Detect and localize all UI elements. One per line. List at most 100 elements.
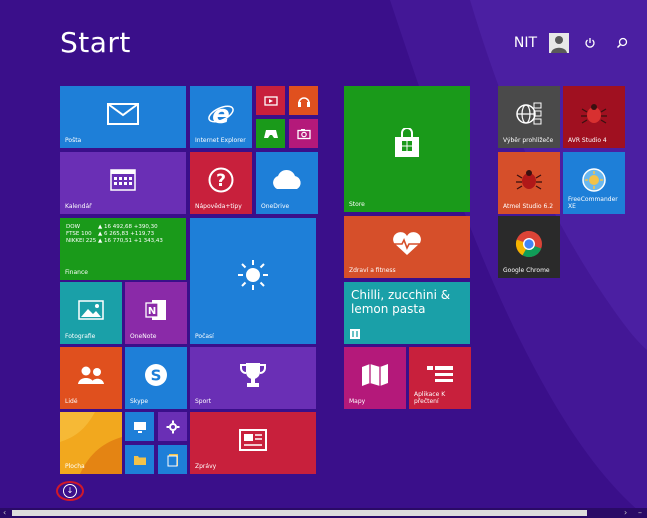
skype-icon: S [145,363,167,386]
scroll-left-icon[interactable]: ‹ [3,508,6,518]
tile-games[interactable] [256,119,285,148]
tile-atmel-studio[interactable]: Atmel Studio 6.2 [498,152,560,214]
tile-label: Internet Explorer [195,137,246,144]
scroll-end-icon[interactable]: – [638,508,642,518]
tile-aplikace[interactable]: Aplikace K přečtení [409,347,471,409]
tile-label: FreeCommander XE [568,196,618,210]
search-button[interactable] [611,32,633,54]
gamepad-icon [263,129,278,138]
avatar[interactable] [549,33,569,53]
bug-icon [516,169,542,190]
svg-text:e: e [212,101,230,127]
tile-label: Nápověda+tipy [195,203,242,210]
tile-label: OneNote [130,333,157,340]
mail-icon [107,102,139,125]
tile-label: Zdraví a fitness [349,267,396,274]
food-headline: Chilli, zucchini & lemon pasta [351,288,451,316]
tile-internet-explorer[interactable]: e Internet Explorer [190,86,252,148]
tile-video[interactable] [256,86,285,115]
tile-app-small-1[interactable] [125,412,154,441]
top-bar: NIT [514,32,633,54]
freecommander-icon [582,168,606,192]
tile-onedrive[interactable]: OneDrive [256,152,318,214]
internet-explorer-icon: e [208,101,234,127]
news-icon [239,428,267,451]
svg-text:S: S [151,366,162,384]
tile-onenote[interactable]: N OneNote [125,282,187,344]
tile-plocha[interactable]: Plocha [60,412,122,474]
map-icon [362,363,388,386]
photo-icon [78,300,104,320]
tile-label: Zprávy [195,463,217,470]
store-bag-icon [395,127,419,157]
tile-label: Výběr prohlížeče [503,137,554,144]
finance-row: NIKKEI 225 ▲ 16 770,51 +1 343,43 [66,238,163,244]
power-icon [585,38,595,48]
scroll-right-icon[interactable]: › [624,508,627,518]
user-name[interactable]: NIT [514,35,537,51]
power-button[interactable] [579,32,601,54]
tile-settings[interactable] [158,412,187,441]
svg-text:N: N [148,306,156,317]
browser-choice-icon [516,102,542,125]
monitor-icon [133,421,146,433]
tile-label: Pošta [65,137,82,144]
tile-pocasi[interactable]: Počasí [190,218,316,344]
tile-label: Sport [195,398,212,405]
tile-fotografie[interactable]: Fotografie [60,282,122,344]
tile-posta[interactable]: Pošta [60,86,186,148]
finance-row: FTSE 100 ▲ 6 265,83 +119,73 [66,231,155,237]
tile-zdravi[interactable]: Zdraví a fitness [344,216,470,278]
chrome-icon [515,230,542,257]
tile-label: Store [349,201,365,208]
scrollbar-thumb[interactable] [12,510,587,516]
all-apps-button[interactable]: ↓ [56,481,84,501]
tile-label: Atmel Studio 6.2 [503,203,554,210]
tile-label: Kalendář [65,203,92,210]
tile-avr-studio[interactable]: AVR Studio 4 [563,86,625,148]
sun-icon [238,259,268,290]
tile-label: Počasí [195,333,214,340]
tile-app-small-4[interactable] [158,445,187,474]
tile-label: Skype [130,398,149,405]
tile-explorer[interactable] [125,445,154,474]
horizontal-scrollbar[interactable]: ‹ › – [0,508,647,518]
tile-store[interactable]: Store [344,86,470,212]
camera-icon [296,128,311,139]
tile-freecommander[interactable]: FreeCommander XE [563,152,625,214]
tile-lide[interactable]: Lidé [60,347,122,409]
trophy-icon [240,362,266,387]
tile-label: Mapy [349,398,366,405]
svg-text:?: ? [216,171,226,191]
headphones-icon [297,96,310,107]
tile-finance[interactable]: DOW ▲ 16 492,68 +390,30 FTSE 100 ▲ 6 265,8… [60,218,186,280]
tile-label: Fotografie [65,333,96,340]
tile-label: Aplikace K přečtení [414,391,446,405]
tile-sport[interactable]: Sport [190,347,316,409]
tile-label: Lidé [65,398,78,405]
tile-label: Plocha [65,463,85,470]
tile-label: Finance [65,269,88,276]
folder-icon [133,455,146,465]
tile-label: AVR Studio 4 [568,137,607,144]
tile-kalendar[interactable]: Kalendář [60,152,186,214]
tile-vyber-prohlizece[interactable]: Výběr prohlížeče [498,86,560,148]
tile-camera[interactable] [289,119,318,148]
gear-icon [166,420,179,433]
health-heart-icon [393,232,421,255]
tile-napoveda[interactable]: ? Nápověda+tipy [190,152,252,214]
tile-food[interactable]: Chilli, zucchini & lemon pasta [344,282,470,344]
tile-skype[interactable]: S Skype [125,347,187,409]
food-app-icon [350,329,360,339]
video-icon [263,95,278,106]
people-icon [78,366,104,384]
tile-music[interactable] [289,86,318,115]
finance-row: DOW ▲ 16 492,68 +390,30 [66,224,158,230]
tile-google-chrome[interactable]: Google Chrome [498,216,560,278]
help-icon: ? [208,167,234,193]
tile-zpravy[interactable]: Zprávy [190,412,316,474]
tile-mapy[interactable]: Mapy [344,347,406,409]
tile-label: OneDrive [261,203,290,210]
bug-icon [581,103,607,124]
onenote-icon: N [145,299,166,320]
